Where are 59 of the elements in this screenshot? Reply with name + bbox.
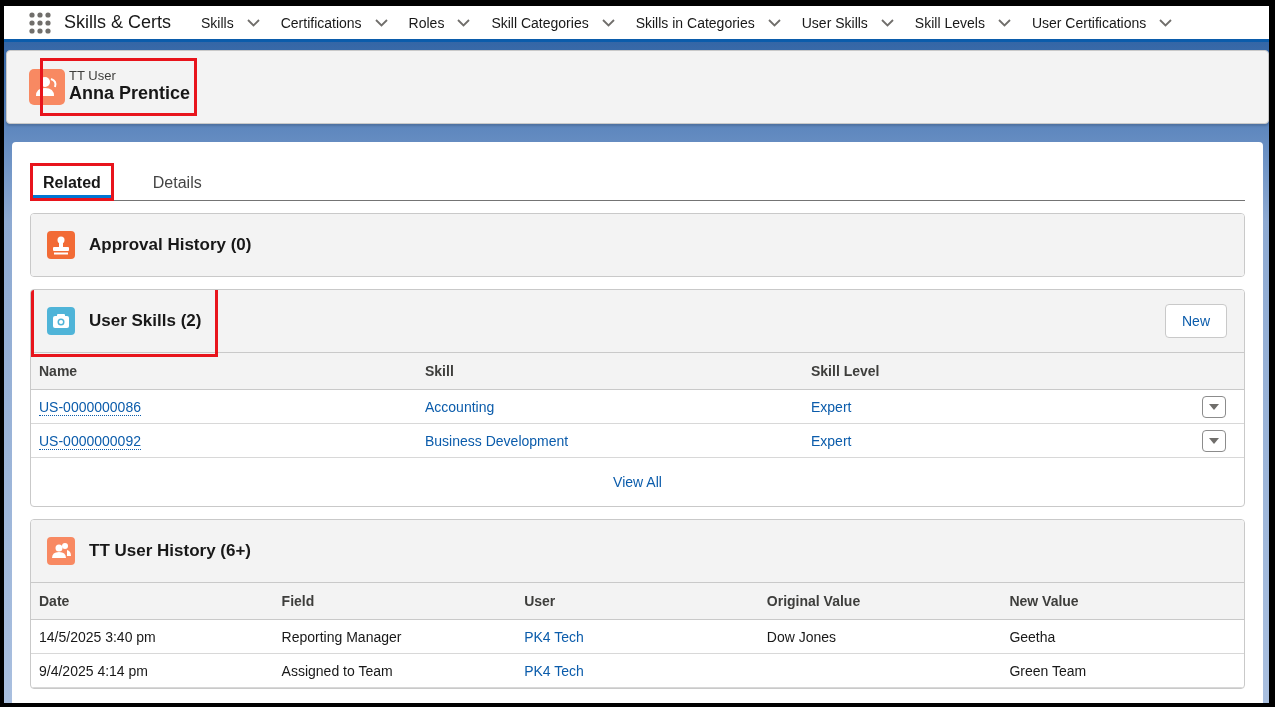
chevron-icon [879,17,895,28]
new-button[interactable]: New [1165,304,1227,338]
table-cell: Dow Jones [766,628,837,645]
nav-tab[interactable]: Certifications [280,14,362,31]
column-header: Skill Level [810,363,881,379]
app-name: Skills & Certs [64,12,171,33]
view-all-link[interactable]: View All [613,474,662,490]
user-icon [29,69,65,105]
nav-tab[interactable]: User Certifications [1031,14,1147,31]
tab[interactable]: Related [30,163,114,201]
grid-icon [29,11,51,34]
record-type: TT User [69,68,117,83]
table-link[interactable]: US-0000000092 [39,432,141,450]
users-icon [47,537,75,565]
chevron-icon [456,17,472,28]
table-link[interactable]: US-0000000086 [39,398,141,416]
column-header: Date [38,593,71,609]
chevron-icon [1158,17,1174,28]
column-header: Skill [424,363,455,379]
caret-icon [1209,403,1219,410]
column-header: New Value [1008,593,1080,609]
nav-tab[interactable]: User Skills [801,14,868,31]
table-link[interactable]: Accounting [425,398,495,415]
column-header: Name [38,363,79,379]
tab[interactable]: Details [139,163,215,201]
nav-tab[interactable]: Skills in Categories [635,14,755,31]
row-action-button[interactable] [1202,395,1226,418]
record-name: Anna Prentice [69,83,191,104]
table-link[interactable]: PK4 Tech [524,628,584,645]
chevron-icon [245,17,261,28]
caret-icon [1209,437,1219,444]
table-cell: Reporting Manager [281,628,402,645]
table-cell: Assigned to Team [281,662,393,679]
nav-tab[interactable]: Skill Categories [491,14,589,31]
table-link[interactable]: PK4 Tech [524,662,584,679]
nav-tab[interactable]: Skills [201,14,234,31]
table-cell: Geetha [1009,628,1056,645]
chevron-icon [373,17,389,28]
table-cell: Green Team [1009,662,1087,679]
chevron-icon [600,17,616,28]
table-link[interactable]: Business Development [425,432,569,449]
app-launcher-button[interactable] [28,10,52,35]
chevron-icon [996,17,1012,28]
list-title[interactable]: User Skills (2) [89,311,202,331]
list-title[interactable]: TT User History (6+) [89,541,251,561]
column-header: User [523,593,557,609]
list-title[interactable]: Approval History (0) [89,235,252,255]
nav-tab[interactable]: Roles [408,14,445,31]
row-action-button[interactable] [1202,429,1226,452]
column-header: Original Value [765,593,862,609]
table-link[interactable]: Expert [811,398,852,415]
camera-icon [47,307,75,335]
table-cell: 14/5/2025 3:40 pm [39,628,156,645]
nav-tab[interactable]: Skill Levels [914,14,985,31]
table-link[interactable]: Expert [811,432,852,449]
chevron-icon [766,17,782,28]
stamp-icon [47,231,75,259]
table-cell: 9/4/2025 4:14 pm [39,662,148,679]
column-header: Field [280,593,316,609]
